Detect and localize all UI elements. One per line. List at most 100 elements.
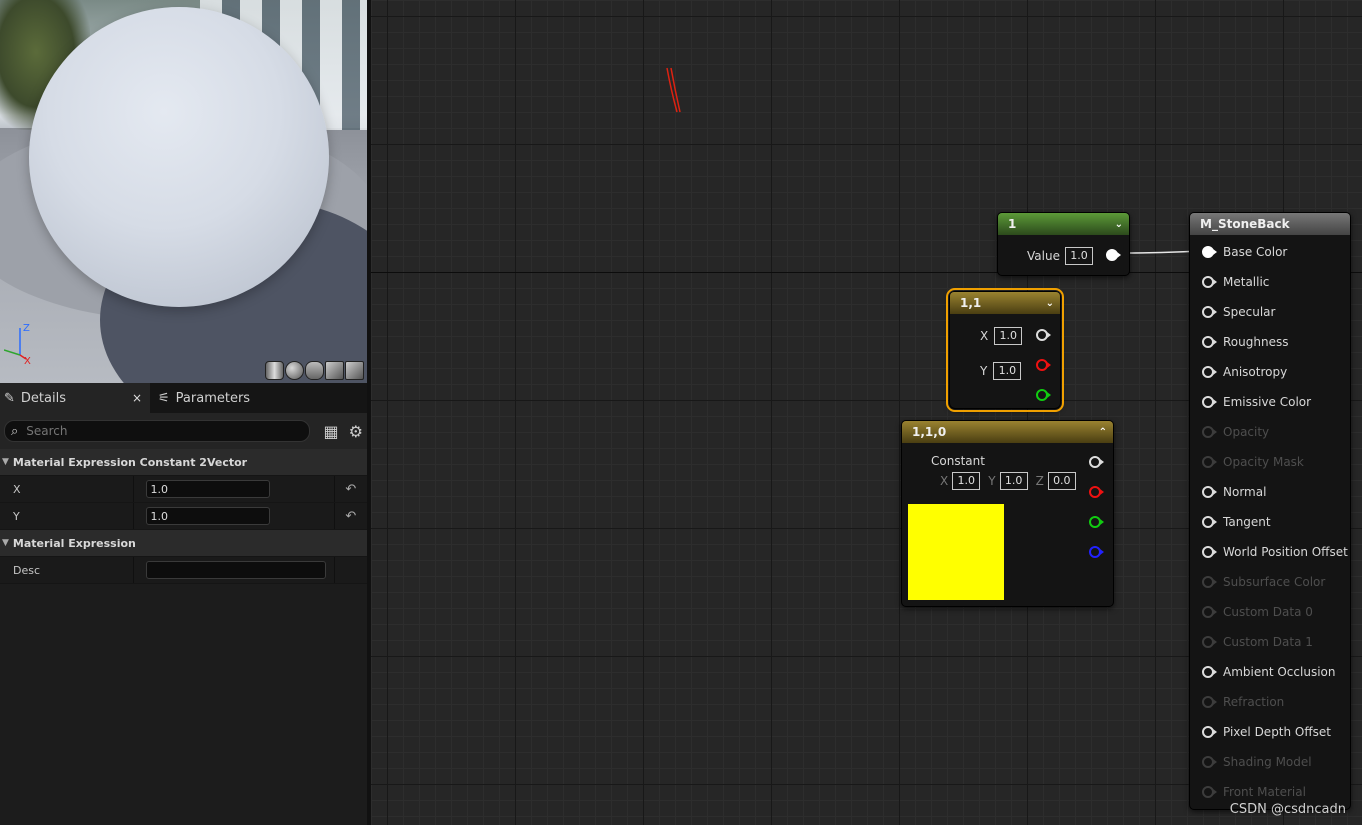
collapse-arrow-icon: ▼ [2,538,9,548]
input-pin[interactable] [1202,546,1217,558]
input-pin[interactable] [1202,426,1217,438]
pencil-icon: ✎ [4,390,15,406]
material-input-row[interactable]: Pixel Depth Offset [1190,722,1331,742]
constant3vector-node[interactable]: 1,1,0 ⌃ Constant X 1.0 Y 1.0 Z 0.0 [901,420,1114,607]
tab-details[interactable]: ✎ Details × [0,383,150,413]
material-input-row[interactable]: World Position Offset [1190,542,1348,562]
table-view-icon[interactable]: ▦ [324,422,339,441]
output-pin-g[interactable] [1036,389,1051,401]
input-pin[interactable] [1202,456,1217,468]
chevron-down-icon[interactable]: ⌄ [1046,298,1054,309]
constant3vector-x-field[interactable]: 1.0 [952,472,981,490]
material-input-row[interactable]: Base Color [1190,242,1287,262]
material-input-row[interactable]: Emissive Color [1190,392,1311,412]
material-input-label: Base Color [1223,245,1288,259]
constant3vector-node-title: 1,1,0 [912,425,947,439]
chevron-up-icon[interactable]: ⌃ [1099,427,1107,438]
tab-parameters-label: Parameters [175,390,251,406]
constant3vector-node-header[interactable]: 1,1,0 ⌃ [902,421,1113,443]
material-preview-viewport[interactable]: Z X [0,0,367,383]
close-icon[interactable]: × [132,391,142,405]
material-graph-canvas[interactable]: 1 ⌄ Value 1.0 1,1 ⌄ X 1.0 Y 1.0 1,1,0 ⌃ [371,0,1362,825]
reset-icon[interactable]: ↶ [333,503,367,529]
material-input-row[interactable]: Custom Data 1 [1190,632,1313,652]
constant3vector-y-field[interactable]: 1.0 [999,472,1028,490]
constant3vector-output-label: Constant [931,454,985,468]
material-input-row[interactable]: Opacity Mask [1190,452,1304,472]
constant-value-field[interactable]: 1.0 [1064,247,1093,265]
output-pin-rgb[interactable] [1089,456,1104,468]
material-result-node[interactable]: M_StoneBack Base Color Metallic Specular Ro… [1189,212,1351,810]
material-input-row[interactable]: Specular [1190,302,1275,322]
category-title: Material Expression [12,536,136,550]
constant3vector-z-field[interactable]: 0.0 [1047,472,1076,490]
material-input-row[interactable]: Refraction [1190,692,1284,712]
property-desc-input[interactable] [145,561,326,579]
input-pin[interactable] [1202,486,1217,498]
input-pin[interactable] [1202,756,1217,768]
input-pin[interactable] [1202,696,1217,708]
property-x-input[interactable] [145,480,270,498]
material-input-row[interactable]: Anisotropy [1190,362,1287,382]
chevron-down-icon[interactable]: ⌄ [1115,219,1123,230]
search-input[interactable] [24,423,279,439]
material-input-row[interactable]: Custom Data 0 [1190,602,1313,622]
reset-icon[interactable]: ↶ [333,476,367,502]
parameters-icon: ⚟ [158,390,170,406]
category-material-expression[interactable]: ▼ Material Expression [0,530,367,557]
details-tab-bar: ✎ Details × ⚟ Parameters [0,383,367,413]
tab-parameters[interactable]: ⚟ Parameters [150,383,258,413]
constant-node[interactable]: 1 ⌄ Value 1.0 [997,212,1130,276]
output-pin-r[interactable] [1036,359,1051,371]
constant2vector-y-label: Y [980,364,988,378]
output-pin-r[interactable] [1089,486,1104,498]
material-input-row[interactable]: Shading Model [1190,752,1312,772]
constant-node-header[interactable]: 1 ⌄ [998,213,1129,235]
output-pin-rgb[interactable] [1036,329,1051,341]
input-pin[interactable] [1202,636,1217,648]
reset-slot [333,557,367,583]
input-pin[interactable] [1202,246,1217,258]
output-pin-b[interactable] [1089,546,1104,558]
plane-icon[interactable] [305,361,324,380]
material-input-row[interactable]: Normal [1190,482,1266,502]
sphere-icon[interactable] [285,361,304,380]
axis-x-label: X [24,356,31,365]
input-pin[interactable] [1202,786,1217,798]
constant2vector-node[interactable]: 1,1 ⌄ X 1.0 Y 1.0 [946,288,1064,412]
output-pin[interactable] [1106,249,1121,261]
input-pin[interactable] [1202,306,1217,318]
cube-icon[interactable] [325,361,344,380]
input-pin[interactable] [1202,666,1217,678]
property-y-input[interactable] [145,507,270,525]
preview-shape-toolbar [265,361,364,380]
input-pin[interactable] [1202,276,1217,288]
constant2vector-y-field[interactable]: 1.0 [993,362,1022,380]
material-input-label: Opacity [1223,425,1270,439]
material-input-row[interactable]: Metallic [1190,272,1269,292]
input-pin[interactable] [1202,396,1217,408]
material-input-row[interactable]: Front Material [1190,782,1306,802]
input-pin[interactable] [1202,336,1217,348]
material-input-row[interactable]: Subsurface Color [1190,572,1325,592]
input-pin[interactable] [1202,726,1217,738]
input-pin[interactable] [1202,366,1217,378]
tab-details-label: Details [20,390,66,406]
custom-mesh-icon[interactable] [345,361,364,380]
input-pin[interactable] [1202,516,1217,528]
input-pin[interactable] [1202,606,1217,618]
cylinder-icon[interactable] [265,361,284,380]
material-input-row[interactable]: Ambient Occlusion [1190,662,1335,682]
material-input-row[interactable]: Roughness [1190,332,1288,352]
constant2vector-x-field[interactable]: 1.0 [994,327,1023,345]
gear-icon[interactable]: ⚙ [349,422,363,441]
material-input-row[interactable]: Tangent [1190,512,1271,532]
category-constant-2vector[interactable]: ▼ Material Expression Constant 2Vector [0,449,367,476]
material-input-label: Tangent [1223,515,1271,529]
material-result-header[interactable]: M_StoneBack [1190,213,1350,235]
material-input-row[interactable]: Opacity [1190,422,1269,442]
constant2vector-node-header[interactable]: 1,1 ⌄ [950,292,1060,314]
input-pin[interactable] [1202,576,1217,588]
material-input-label: Front Material [1223,785,1306,799]
output-pin-g[interactable] [1089,516,1104,528]
